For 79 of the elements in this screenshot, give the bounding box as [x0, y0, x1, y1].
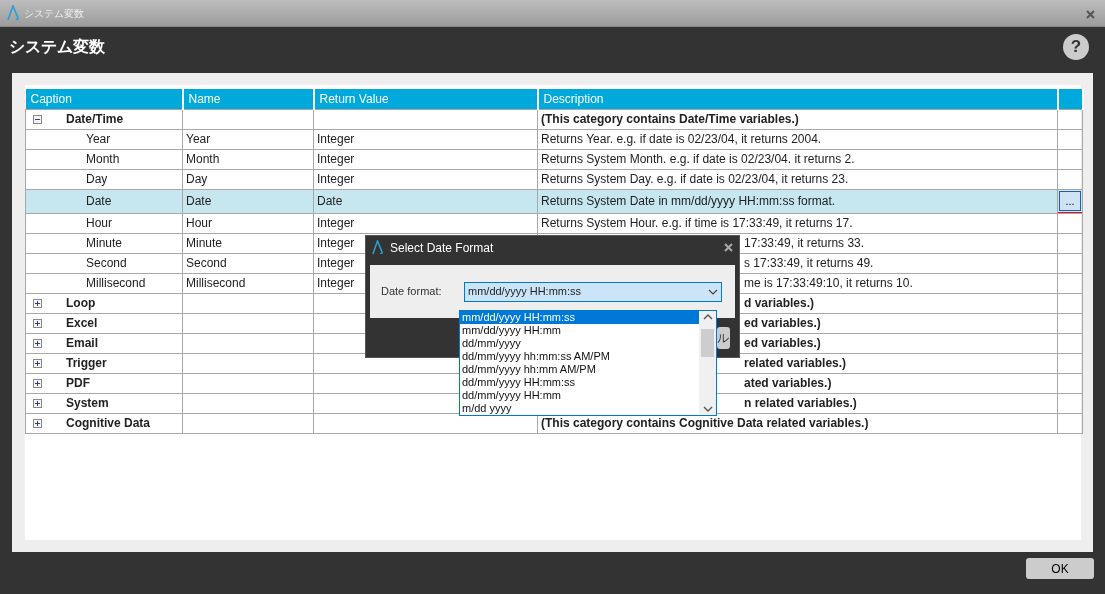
table-cell: Millisecond [186, 276, 246, 290]
category-description: related variables.) [744, 356, 847, 370]
dropdown-option[interactable]: m/dd yyyy [460, 402, 699, 415]
expand-icon[interactable] [33, 359, 42, 369]
category-description: n related variables.) [744, 396, 857, 410]
table-cell: Returns System Date in mm/dd/yyyy HH:mm:ss format. [541, 194, 836, 208]
dropdown-option[interactable]: mm/dd/yyyy HH:mm:ss [460, 311, 699, 324]
table-cell: Date [86, 194, 112, 208]
category-label: PDF [66, 376, 90, 390]
table-cell: me is 17:33:49:10, it returns 10. [744, 276, 913, 290]
browse-button[interactable]: ... [1059, 191, 1081, 211]
logo-icon [6, 5, 20, 21]
expand-icon[interactable] [33, 299, 42, 309]
category-label: Email [66, 336, 98, 350]
table-cell: Integer [317, 172, 355, 186]
expand-icon[interactable] [33, 319, 42, 329]
category-label: Excel [66, 316, 98, 330]
expand-icon[interactable] [33, 379, 42, 389]
scrollbar-thumb[interactable] [701, 329, 714, 357]
date-format-dropdown[interactable]: mm/dd/yyyy HH:mm:ss [464, 281, 722, 302]
table-cell: Month [86, 152, 120, 166]
table-cell: Day [86, 172, 108, 186]
category-label: Cognitive Data [66, 416, 150, 430]
ok-button[interactable]: OK [1026, 558, 1094, 579]
category-label: Date/Time [66, 112, 124, 126]
category-description: (This category contains Date/Time variables.) [541, 112, 799, 126]
dropdown-option[interactable]: dd/mm/yyyy [460, 337, 699, 350]
help-button[interactable]: ? [1063, 34, 1089, 60]
dialog-heading: システム変数 [9, 37, 105, 57]
table-cell: Returns System Hour. e.g. if time is 17:33:49, it returns 17. [541, 216, 853, 230]
table-cell: Millisecond [86, 276, 146, 290]
close-icon[interactable] [724, 243, 733, 252]
table-cell: Integer [317, 236, 355, 250]
table-cell: Returns Year. e.g. if date is 02/23/04, it returns 2004. [541, 132, 822, 146]
table-cell: Year [186, 132, 211, 146]
table-cell: Year [86, 132, 111, 146]
category-description: d variables.) [744, 296, 815, 310]
table-cell: Returns System Day. e.g. if date is 02/23/04, it returns 23. [541, 172, 849, 186]
table-cell: Month [186, 152, 220, 166]
category-description: ed variables.) [744, 336, 821, 350]
expand-icon[interactable] [33, 399, 42, 409]
table-cell: Integer [317, 152, 355, 166]
category-label: System [66, 396, 109, 410]
category-description: (This category contains Cognitive Data related variables.) [541, 416, 869, 430]
dropdown-option[interactable]: mm/dd/yyyy HH:mm [460, 324, 699, 337]
field-label: Date format: [381, 284, 443, 300]
dropdown-option[interactable]: dd/mm/yyyy hh:mm AM/PM [460, 363, 699, 376]
category-description: ated variables.) [744, 376, 832, 390]
expand-icon[interactable] [33, 339, 42, 349]
table-cell: Integer [317, 132, 355, 146]
scrollbar[interactable] [699, 311, 716, 415]
category-label: Trigger [66, 356, 107, 370]
table-cell: Second [186, 256, 227, 270]
table-cell: Integer [317, 216, 355, 230]
table-cell: Day [186, 172, 208, 186]
table-cell: Returns System Month. e.g. if date is 02/23/04. it returns 2. [541, 152, 855, 166]
logo-icon [371, 240, 384, 255]
dialog-title: Select Date Format [390, 239, 494, 257]
chevron-down-icon[interactable] [708, 288, 718, 295]
table-cell: Date [317, 194, 343, 208]
category-label: Loop [66, 296, 96, 310]
dropdown-option[interactable]: dd/mm/yyyy HH:mm:ss [460, 376, 699, 389]
selected-row[interactable]: Date Date Date Returns System Date in mm/dd/yyyy HH:mm:ss format. ... [25, 189, 1083, 213]
collapse-icon[interactable] [33, 115, 42, 125]
table-cell: Minute [186, 236, 223, 250]
expand-icon[interactable] [33, 419, 42, 429]
table-cell: Integer [317, 256, 355, 270]
table-cell: Second [86, 256, 127, 270]
table-cell: s 17:33:49, it returns 49. [744, 256, 874, 270]
dialog-button[interactable]: ル [717, 327, 730, 349]
dropdown-option[interactable]: dd/mm/yyyy hh:mm:ss AM/PM [460, 350, 699, 363]
table-cell: Minute [86, 236, 123, 250]
dropdown-option[interactable]: dd/mm/yyyy HH:mm [460, 389, 699, 402]
table-cell: Hour [86, 216, 112, 230]
table-cell: Date [186, 194, 212, 208]
category-description: ed variables.) [744, 316, 821, 330]
table-cell: 17:33:49, it returns 33. [744, 236, 865, 250]
table-cell: Hour [186, 216, 212, 230]
table-cell: Integer [317, 276, 355, 290]
